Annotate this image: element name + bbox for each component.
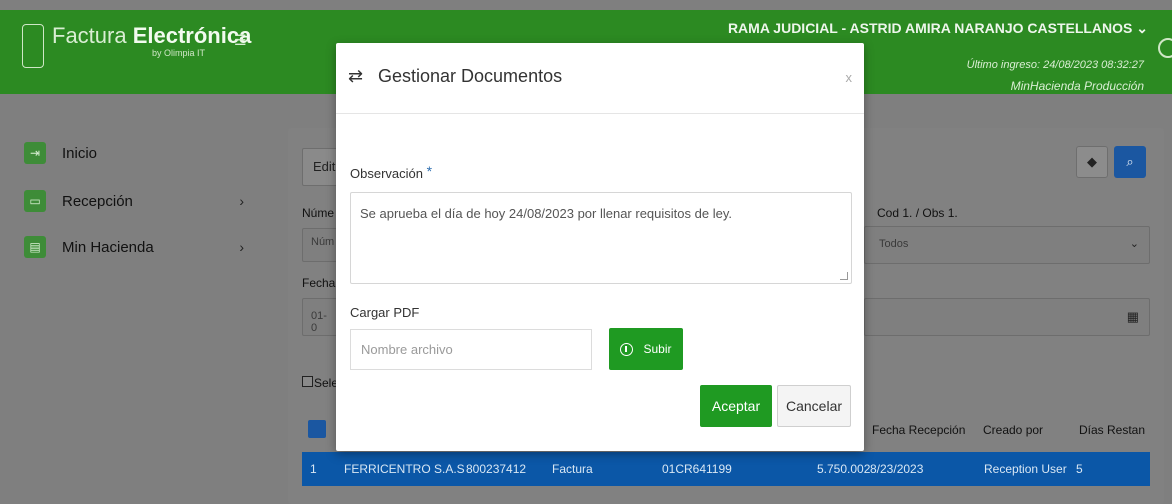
cod-select-value: Todos (879, 238, 909, 250)
login-icon: ⇥ (24, 142, 46, 164)
observacion-label-text: Observación (350, 166, 423, 181)
sidebar-item-inicio[interactable]: ⇥ Inicio (24, 142, 254, 164)
upload-button[interactable]: Subir (609, 328, 683, 370)
cancel-button[interactable]: Cancelar (777, 385, 851, 427)
sidebar-item-recepcion[interactable]: ▭ Recepción › (24, 190, 254, 212)
row-amount: 5.750.002 (817, 462, 871, 476)
environment-label: MinHacienda Producción (1010, 79, 1144, 93)
modal-title: Gestionar Documentos (378, 66, 563, 86)
date-range-input[interactable]: ▦ (864, 298, 1150, 336)
last-login: Último ingreso: 24/08/2023 08:32:27 (966, 59, 1144, 71)
sidebar: ⇥ Inicio ▭ Recepción › ▤ Min Hacienda › (0, 94, 270, 504)
row-days: 5 (1076, 462, 1083, 476)
observacion-label: Observación * (350, 163, 433, 182)
brand-subtitle: by Olimpia IT (152, 48, 206, 58)
column-header-creado[interactable]: Creado por (983, 423, 1043, 437)
upload-label: Subir (643, 342, 672, 356)
list-icon[interactable] (308, 420, 326, 438)
sidebar-item-label: Min Hacienda (62, 238, 154, 256)
table-row[interactable]: 1 FERRICENTRO S.A.S 800237412 Factura 01… (302, 452, 1150, 486)
user-menu[interactable]: RAMA JUDICIAL - ASTRID AMIRA NARANJO CAS… (728, 20, 1148, 37)
row-created-by: Reception User (984, 462, 1067, 476)
row-nit: 800237412 (466, 462, 527, 476)
row-company: FERRICENTRO S.A.S (344, 462, 465, 476)
sidebar-item-label: Recepción (62, 192, 133, 210)
required-mark: * (426, 163, 433, 179)
calendar-icon: ▦ (1126, 309, 1139, 324)
swap-icon: ⇄ (348, 66, 364, 86)
document-icon: ▤ (24, 236, 46, 258)
upload-icon (620, 342, 634, 356)
menu-toggle-icon[interactable]: ☰ (234, 33, 248, 47)
search-icon[interactable]: ⌕ (1114, 146, 1146, 178)
gestionar-documentos-modal: ⇄ Gestionar Documentos x Observación * S… (336, 43, 864, 451)
row-type: Factura (552, 462, 593, 476)
brand-name: Factura Electrónica (52, 24, 251, 48)
observacion-value: Se aprueba el día de hoy 24/08/2023 por … (360, 206, 732, 221)
chevron-right-icon: › (239, 193, 244, 209)
brand-logo: Factura Electrónica (22, 24, 251, 68)
fecha-label: Fecha (302, 276, 336, 290)
row-doc: 01CR641199 (662, 462, 732, 476)
brand-light: Factura (52, 23, 133, 48)
clear-filter-icon[interactable]: ◆ (1076, 146, 1108, 178)
resize-handle-icon[interactable] (840, 272, 848, 280)
accept-button[interactable]: Aceptar (700, 385, 772, 427)
column-header-dias[interactable]: Días Restan (1079, 423, 1145, 437)
cod-select[interactable]: Todos ⌄ (864, 226, 1150, 264)
cargar-pdf-label: Cargar PDF (350, 305, 420, 320)
invoice-logo-icon (22, 24, 44, 68)
numero-label: Núme (302, 206, 335, 220)
chevron-right-icon: › (239, 239, 244, 255)
row-date: 8/23/2023 (870, 462, 924, 476)
file-name-input[interactable]: Nombre archivo (350, 329, 592, 370)
observacion-textarea[interactable]: Se aprueba el día de hoy 24/08/2023 por … (350, 192, 852, 284)
top-strip (0, 0, 1172, 10)
row-number: 1 (310, 462, 317, 476)
modal-header: ⇄ Gestionar Documentos x (336, 43, 864, 114)
chevron-down-icon: ⌄ (1129, 238, 1139, 250)
logout-icon[interactable] (1158, 38, 1172, 58)
close-icon[interactable]: x (846, 70, 853, 85)
cod-label: Cod 1. / Obs 1. (877, 206, 958, 220)
sidebar-item-label: Inicio (62, 144, 98, 162)
column-header-fecha[interactable]: Fecha Recepción (872, 423, 965, 437)
select-all-label: Sele (314, 376, 339, 390)
sidebar-item-min-hacienda[interactable]: ▤ Min Hacienda › (24, 236, 254, 258)
inbox-icon: ▭ (24, 190, 46, 212)
select-all-checkbox[interactable] (302, 376, 313, 387)
